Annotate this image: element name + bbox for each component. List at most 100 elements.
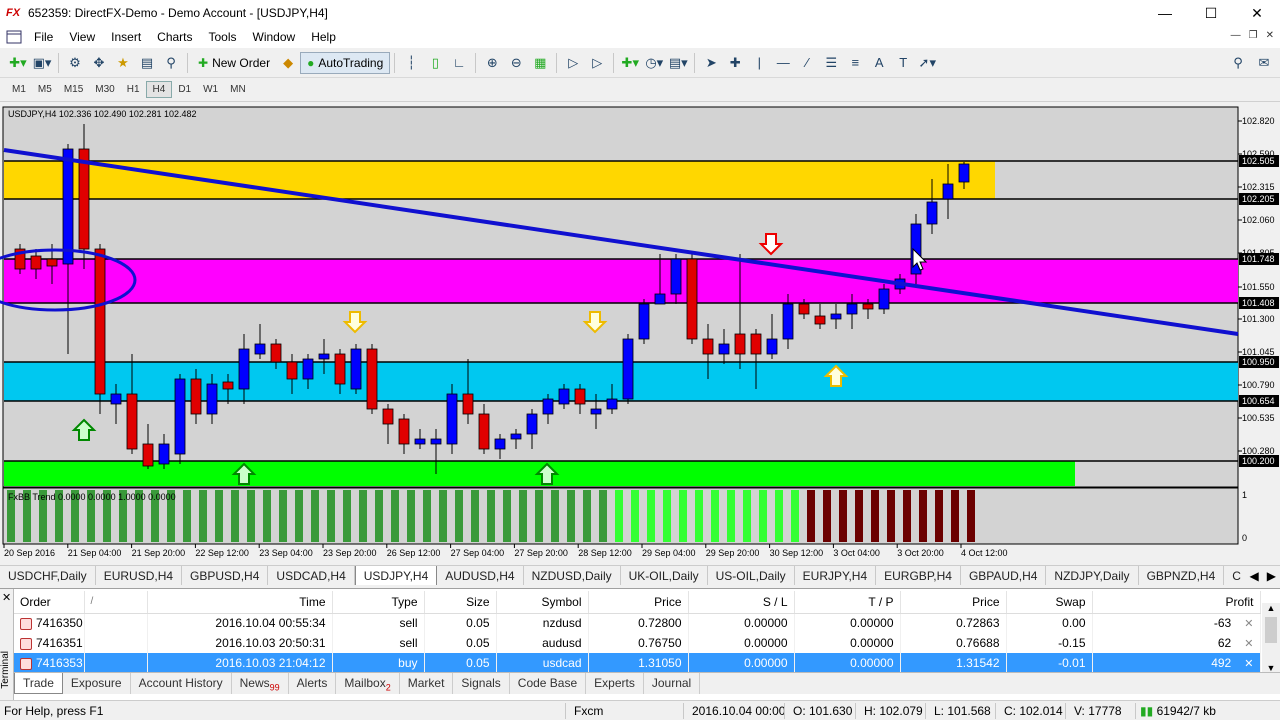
chart-tab[interactable]: NZDJPY,Daily [1046,566,1139,585]
indicators-icon[interactable]: ✚▾ [618,52,642,74]
col-symbol[interactable]: Symbol [496,591,589,614]
timeframe-mn[interactable]: MN [224,82,252,97]
menu-tools[interactable]: Tools [201,30,245,44]
metaeditor-icon[interactable]: ◆ [276,52,300,74]
chat-icon[interactable]: ✉ [1252,52,1276,74]
timeframe-m1[interactable]: M1 [6,82,32,97]
menu-help[interactable]: Help [303,30,344,44]
timeframe-m30[interactable]: M30 [89,82,120,97]
trendline-icon[interactable]: ∕ [795,52,819,74]
col-sort[interactable]: / [84,591,148,614]
col-sl[interactable]: S / L [688,591,795,614]
chart-tab[interactable]: GBPAUD,H4 [961,566,1047,585]
col-tp[interactable]: T / P [794,591,901,614]
market-watch-icon[interactable]: ⚙ [63,52,87,74]
terminal-tab-mailbox[interactable]: Mailbox2 [336,673,400,694]
col-price[interactable]: Price [588,591,689,614]
timeframe-h1[interactable]: H1 [121,82,146,97]
close-order-icon[interactable]: ✕ [1241,638,1253,650]
order-row[interactable]: 7416350 2016.10.04 00:55:34 sell 0.05 nzdusd… [14,613,1261,633]
close-order-icon[interactable]: ✕ [1241,658,1253,670]
timeframe-m15[interactable]: M15 [58,82,89,97]
order-row[interactable]: 7416353 2016.10.03 21:04:12 buy 0.05 usdcad 1… [14,653,1261,673]
bar-chart-icon[interactable]: ┆ [399,52,423,74]
autoscroll-icon[interactable]: ▷ [561,52,585,74]
fibonacci-icon[interactable]: ≡ [843,52,867,74]
col-time[interactable]: Time [147,591,333,614]
cursor-icon[interactable]: ➤ [699,52,723,74]
chart-tab[interactable]: NZDUSD,Daily [524,566,621,585]
chart-tab-scroll[interactable]: ◀ ▶ [1245,566,1276,585]
menu-window[interactable]: Window [245,30,304,44]
channel-icon[interactable]: ☰ [819,52,843,74]
navigator-icon[interactable]: ✥ [87,52,111,74]
timeframe-m5[interactable]: M5 [32,82,58,97]
profiles-icon[interactable]: ▣▾ [30,52,54,74]
periods-icon[interactable]: ◷▾ [642,52,666,74]
scroll-up-icon[interactable]: ▲ [1262,603,1280,613]
scroll-thumb[interactable] [1265,617,1277,643]
chart-tab[interactable]: EURJPY,H4 [795,566,877,585]
tester-icon[interactable]: ⚲ [159,52,183,74]
terminal-tab-market[interactable]: Market [400,673,454,694]
terminal-tab-journal[interactable]: Journal [644,673,701,694]
mdi-minimize-button[interactable]: — [1231,30,1241,41]
zoom-in-icon[interactable]: ⊕ [480,52,504,74]
arrows-icon[interactable]: ➚▾ [915,52,939,74]
menu-view[interactable]: View [61,30,103,44]
price-chart[interactable]: USDJPY,H4 102.336 102.490 102.281 102.48… [0,104,1280,564]
col-profit[interactable]: Profit [1092,591,1261,614]
candlestick-icon[interactable]: ▯ [423,52,447,74]
chart-tab[interactable]: GBPNZD,H4 [1139,566,1225,585]
scroll-right-icon[interactable]: ▶ [1267,569,1276,583]
chart-tab[interactable]: AUDUSD,H4 [437,566,524,585]
templates-icon[interactable]: ▤▾ [666,52,690,74]
vertical-line-icon[interactable]: | [747,52,771,74]
col-type[interactable]: Type [332,591,425,614]
chart-tab[interactable]: UK-OIL,Daily [621,566,708,585]
terminal-tab-trade[interactable]: Trade [14,673,63,694]
chart-tab[interactable]: USDCHF,Daily [0,566,96,585]
horizontal-line-icon[interactable]: — [771,52,795,74]
timeframe-d1[interactable]: D1 [172,82,197,97]
col-current-price[interactable]: Price [900,591,1007,614]
line-chart-icon[interactable]: ∟ [447,52,471,74]
zoom-out-icon[interactable]: ⊖ [504,52,528,74]
text-icon[interactable]: A [867,52,891,74]
new-order-button[interactable]: ✚ New Order [192,52,276,74]
terminal-icon[interactable]: ▤ [135,52,159,74]
order-row[interactable]: 7416351 2016.10.03 20:50:31 sell 0.05 audusd… [14,633,1261,653]
terminal-tab-news[interactable]: News99 [232,673,289,694]
col-order[interactable]: Order [14,591,85,614]
terminal-close-icon[interactable]: ✕ [2,591,11,604]
chart-tab[interactable]: USDCAD,H4 [268,566,355,585]
tile-windows-icon[interactable]: ▦ [528,52,552,74]
menu-file[interactable]: File [26,30,61,44]
timeframe-w1[interactable]: W1 [197,82,224,97]
timeframe-h4[interactable]: H4 [145,81,173,98]
chart-tab[interactable]: GBPUSD,H4 [182,566,269,585]
col-size[interactable]: Size [424,591,497,614]
close-order-icon[interactable]: ✕ [1241,618,1253,630]
terminal-tab-code-base[interactable]: Code Base [510,673,587,694]
folder-icon[interactable]: ★ [111,52,135,74]
chart-window[interactable]: USDJPY,H4 102.336 102.490 102.281 102.48… [0,104,1280,564]
terminal-tab-account-history[interactable]: Account History [131,673,232,694]
chart-tab[interactable]: US-OIL,Daily [708,566,795,585]
new-chart-icon[interactable]: ✚▾ [6,52,30,74]
terminal-tab-exposure[interactable]: Exposure [63,673,131,694]
terminal-tab-alerts[interactable]: Alerts [289,673,337,694]
maximize-button[interactable]: ☐ [1188,0,1234,26]
search-icon[interactable]: ⚲ [1226,52,1250,74]
mdi-restore-button[interactable]: ❐ [1249,30,1258,41]
scroll-left-icon[interactable]: ◀ [1250,569,1259,583]
terminal-tab-experts[interactable]: Experts [586,673,644,694]
minimize-button[interactable]: — [1142,0,1188,26]
terminal-tab-signals[interactable]: Signals [453,673,510,694]
mdi-close-button[interactable]: ✕ [1266,30,1274,41]
autotrading-button[interactable]: ● AutoTrading [300,51,391,74]
col-swap[interactable]: Swap [1006,591,1093,614]
close-button[interactable]: ✕ [1234,0,1280,26]
chart-tab[interactable]: USDJPY,H4 [354,566,438,585]
crosshair-icon[interactable]: ✚ [723,52,747,74]
